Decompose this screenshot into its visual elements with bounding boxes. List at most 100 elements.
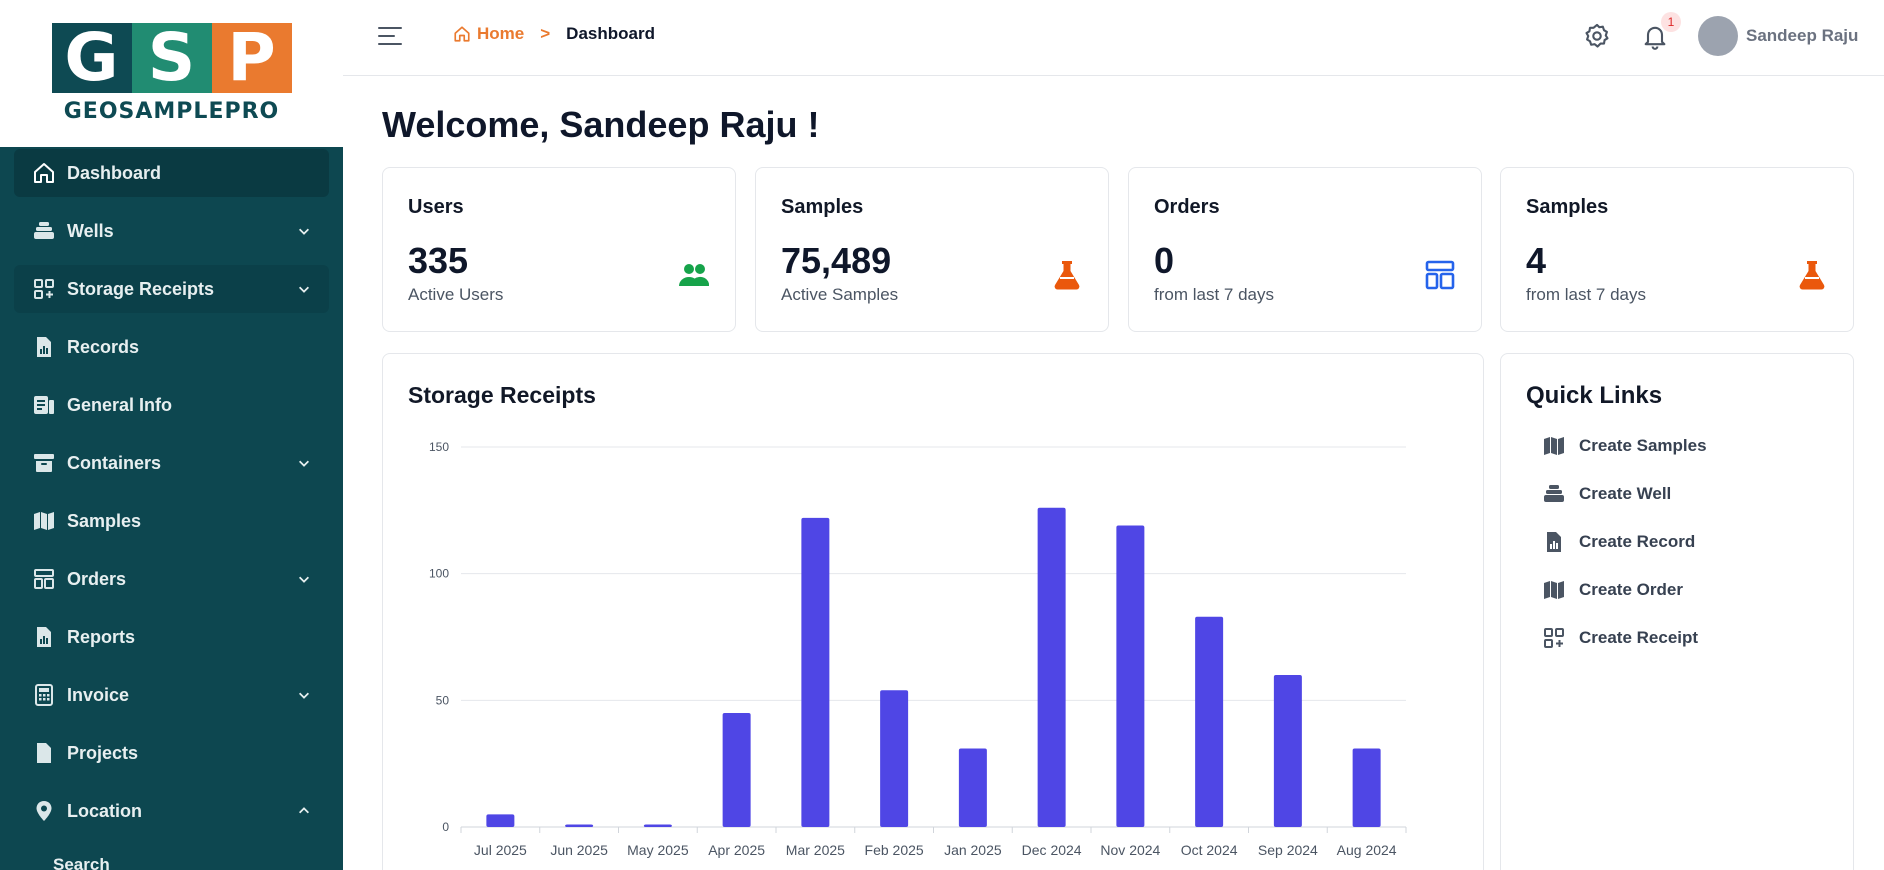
x-tick-label: Mar 2025 — [786, 842, 845, 858]
stat-value: 75,489 — [781, 240, 892, 281]
sidebar-subitem-search[interactable]: Search — [14, 845, 329, 870]
stat-card-users: Users 335 Active Users — [382, 167, 736, 332]
quick-link-create-samples[interactable]: Create Samples — [1541, 422, 1707, 470]
chart-bar — [1195, 616, 1224, 827]
x-tick-label: Aug 2024 — [1337, 842, 1397, 858]
layout-icon — [1423, 258, 1457, 292]
stat-subtitle: Active Users — [408, 285, 504, 304]
x-tick-label: Jun 2025 — [550, 842, 608, 858]
chart-bar — [1116, 525, 1145, 827]
stat-card-orders: Orders 0 from last 7 days — [1128, 167, 1482, 332]
report-icon — [31, 624, 57, 650]
user-name[interactable]: Sandeep Raju — [1746, 26, 1858, 46]
sidebar-item-label: Samples — [67, 510, 142, 531]
logo-mark: G S P — [51, 23, 292, 93]
records-icon — [31, 334, 57, 360]
wells-icon — [1541, 481, 1567, 507]
page-title: Welcome, Sandeep Raju ! — [382, 104, 820, 145]
chart-bar — [643, 824, 672, 827]
logo[interactable]: G S P GEOSAMPLEPRO — [0, 0, 343, 147]
stat-title: Users — [408, 196, 464, 218]
quick-link-create-receipt[interactable]: Create Receipt — [1541, 614, 1707, 662]
sidebar-item-wells[interactable]: Wells — [14, 207, 329, 255]
archive-icon — [31, 450, 57, 476]
quick-links-list: Create Samples Create Well Create Record… — [1541, 422, 1707, 662]
samples-icon — [1541, 433, 1567, 459]
sidebar-item-invoice[interactable]: Invoice — [14, 671, 329, 719]
stat-value: 335 — [408, 240, 469, 281]
flask-icon — [1050, 258, 1084, 292]
chart-bar — [486, 814, 515, 827]
breadcrumb: Home > Dashboard — [453, 24, 655, 44]
chevron-down-icon — [296, 687, 312, 703]
sidebar-item-label: Wells — [67, 220, 114, 241]
location-pin-icon — [31, 798, 57, 824]
quick-link-create-record[interactable]: Create Record — [1541, 518, 1707, 566]
x-tick-label: Sep 2024 — [1258, 842, 1318, 858]
sidebar-item-orders[interactable]: Orders — [14, 555, 329, 603]
grid-plus-icon — [1541, 625, 1567, 651]
x-tick-label: Oct 2024 — [1181, 842, 1238, 858]
storage-receipts-chart-card: Storage Receipts 0 50 100 150 Jul 2025 Jun 20… — [382, 353, 1484, 870]
top-header: Home > Dashboard 1 Sandeep Raju — [343, 0, 1884, 76]
chart-bar — [1352, 748, 1381, 827]
sidebar-item-label: Projects — [67, 742, 139, 763]
sidebar-item-reports[interactable]: Reports — [14, 613, 329, 661]
stat-subtitle: from last 7 days — [1526, 285, 1646, 304]
logo-letter-s: S — [131, 23, 212, 93]
storage-receipts-bar-chart: 0 50 100 150 Jul 2025 Jun 2025 May 2025 Apr 202… — [429, 440, 1407, 858]
sidebar-item-projects[interactable]: Projects — [14, 729, 329, 777]
home-icon — [31, 160, 57, 186]
x-tick-label: Nov 2024 — [1100, 842, 1160, 858]
stat-value: 0 — [1154, 240, 1175, 281]
sidebar-item-label: Dashboard — [67, 162, 162, 183]
sidebar-item-storage-receipts[interactable]: Storage Receipts — [14, 265, 329, 313]
chart-bar — [958, 748, 987, 827]
sidebar: G S P GEOSAMPLEPRO Dashboard Wells Stora… — [0, 0, 343, 870]
y-tick-label: 150 — [429, 440, 449, 454]
breadcrumb-home-link[interactable]: Home — [453, 24, 524, 44]
sidebar-item-records[interactable]: Records — [14, 323, 329, 371]
wells-icon — [31, 218, 57, 244]
quick-links-title: Quick Links — [1526, 382, 1663, 409]
sidebar-item-containers[interactable]: Containers — [14, 439, 329, 487]
avatar[interactable] — [1698, 16, 1738, 56]
stat-card-samples: Samples 75,489 Active Samples — [755, 167, 1109, 332]
chart-bar — [801, 517, 830, 827]
x-tick-label: Feb 2025 — [865, 842, 924, 858]
quick-links-card: Quick Links Create Samples Create Well C… — [1500, 353, 1854, 870]
quick-link-create-order[interactable]: Create Order — [1541, 566, 1707, 614]
sidebar-item-label: Location — [67, 800, 142, 821]
y-tick-label: 100 — [429, 567, 449, 581]
breadcrumb-current: Dashboard — [566, 24, 655, 43]
x-tick-label: Jul 2025 — [474, 842, 527, 858]
flask-icon — [1795, 258, 1829, 292]
sidebar-item-label: Storage Receipts — [67, 278, 215, 299]
y-tick-label: 0 — [442, 820, 449, 834]
stat-card-samples-recent: Samples 4 from last 7 days — [1500, 167, 1854, 332]
info-card-icon — [31, 392, 57, 418]
samples-icon — [31, 508, 57, 534]
quick-link-label: Create Record — [1579, 532, 1696, 551]
chart-bar — [1273, 675, 1302, 827]
sidebar-item-label: Containers — [67, 452, 162, 473]
settings-gear-icon[interactable] — [1583, 22, 1611, 50]
sidebar-item-label: General Info — [67, 394, 173, 415]
sidebar-item-label: Invoice — [67, 684, 130, 705]
stat-subtitle: from last 7 days — [1154, 285, 1274, 304]
stat-title: Orders — [1154, 196, 1220, 218]
y-tick-label: 50 — [436, 693, 450, 707]
quick-link-create-well[interactable]: Create Well — [1541, 470, 1707, 518]
sidebar-item-dashboard[interactable]: Dashboard — [14, 149, 329, 197]
sidebar-item-location[interactable]: Location — [14, 787, 329, 835]
sidebar-item-label: Orders — [67, 568, 127, 589]
x-tick-label: Jan 2025 — [944, 842, 1002, 858]
sidebar-item-label: Records — [67, 336, 140, 357]
sidebar-item-samples[interactable]: Samples — [14, 497, 329, 545]
sidebar-nav: Dashboard Wells Storage Receipts Records… — [0, 147, 343, 870]
logo-letter-p: P — [211, 23, 292, 93]
users-icon — [677, 258, 711, 292]
stat-subtitle: Active Samples — [781, 285, 899, 304]
menu-toggle-icon[interactable] — [378, 26, 402, 46]
sidebar-item-general-info[interactable]: General Info — [14, 381, 329, 429]
